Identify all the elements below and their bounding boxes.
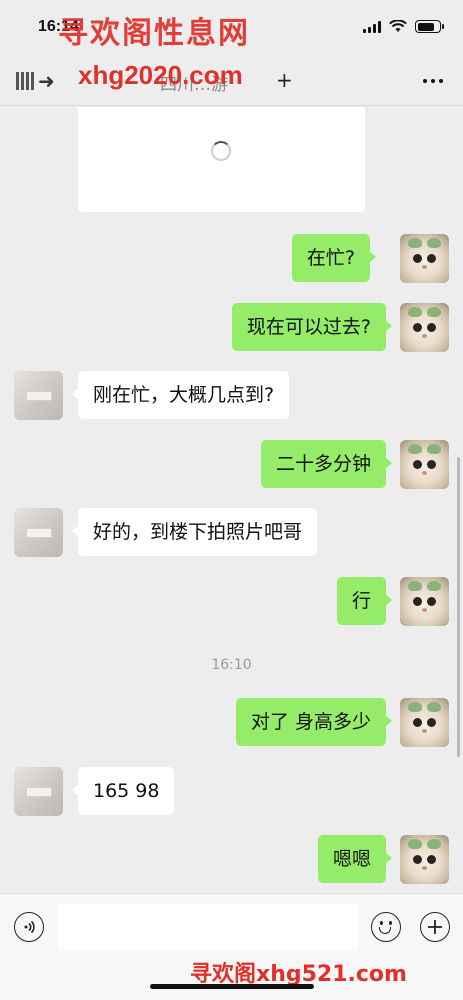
back-button[interactable]: ➜ bbox=[10, 64, 66, 98]
avatar[interactable] bbox=[14, 371, 63, 420]
avatar[interactable] bbox=[400, 303, 449, 352]
plus-button[interactable] bbox=[420, 912, 450, 942]
message-bubble[interactable]: 对了 身高多少 bbox=[235, 698, 393, 746]
message-bubble[interactable]: 好的，到楼下拍照片吧哥 bbox=[71, 508, 318, 556]
emoji-icon bbox=[372, 913, 400, 941]
back-icon bbox=[16, 72, 34, 90]
avatar[interactable] bbox=[400, 234, 449, 283]
avatar[interactable] bbox=[400, 835, 449, 884]
voice-button[interactable] bbox=[14, 912, 44, 942]
arrow-icon: ➜ bbox=[38, 69, 55, 93]
avatar[interactable] bbox=[14, 767, 63, 816]
message-bubble[interactable]: 刚在忙，大概几点到? bbox=[71, 371, 290, 419]
scrollbar[interactable] bbox=[457, 457, 460, 757]
loading-card[interactable] bbox=[78, 107, 365, 212]
watermark-top: 寻欢阁性息网 bbox=[58, 16, 250, 51]
message-bubble[interactable]: 在忙? bbox=[291, 234, 377, 282]
chat-area[interactable]: 在忙? 现在可以过去? 刚在忙，大概几点到? 二十多分钟 好的，到楼下拍照片吧哥… bbox=[0, 107, 463, 893]
signal-icon bbox=[363, 20, 381, 33]
plus-icon bbox=[428, 920, 442, 934]
loading-spinner-icon bbox=[211, 141, 231, 161]
message-bubble[interactable]: 嗯嗯 bbox=[317, 835, 393, 883]
timestamp: 16:10 bbox=[211, 657, 252, 673]
avatar[interactable] bbox=[400, 698, 449, 747]
emoji-button[interactable] bbox=[371, 912, 401, 942]
voice-icon bbox=[24, 920, 35, 934]
avatar[interactable] bbox=[400, 440, 449, 489]
home-indicator[interactable] bbox=[150, 984, 314, 989]
message-bubble[interactable]: 现在可以过去? bbox=[231, 303, 393, 351]
wifi-icon bbox=[389, 20, 407, 32]
avatar[interactable] bbox=[14, 508, 63, 557]
message-bubble[interactable]: 165 98 bbox=[71, 767, 175, 815]
watermark-url: xhg2020.com bbox=[78, 60, 243, 90]
battery-icon bbox=[415, 20, 444, 33]
avatar[interactable] bbox=[400, 577, 449, 626]
nav-plus: + bbox=[276, 68, 293, 92]
message-bubble[interactable]: 行 bbox=[336, 577, 393, 625]
more-icon[interactable] bbox=[423, 66, 443, 96]
status-icons bbox=[363, 20, 444, 33]
message-bubble[interactable]: 二十多分钟 bbox=[260, 440, 393, 488]
message-input[interactable] bbox=[57, 904, 359, 950]
